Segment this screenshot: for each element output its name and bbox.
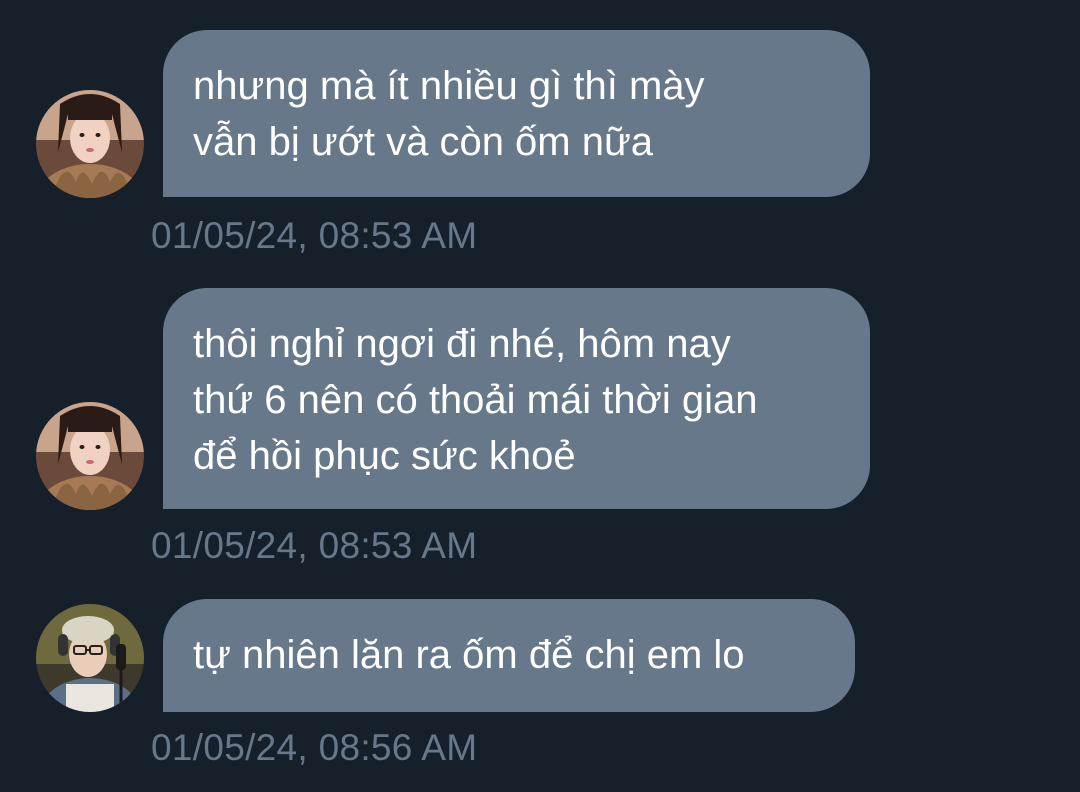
message-bubble[interactable]: tự nhiên lăn ra ốm để chị em lo — [163, 599, 855, 712]
avatar-person-headphones-icon — [36, 604, 144, 712]
message-text-line: thứ 6 nên có thoải mái thời gian — [193, 378, 758, 422]
message-text-line: để hồi phục sức khoẻ — [193, 434, 576, 478]
message-text-line: nhưng mà ít nhiều gì thì mày — [193, 64, 705, 108]
message-timestamp: 01/05/24, 08:53 AM — [151, 525, 478, 566]
message-text-line: tự nhiên lăn ra ốm để chị em lo — [193, 633, 745, 677]
message-text-line: thôi nghỉ ngơi đi nhé, hôm nay — [193, 322, 731, 366]
avatar-girl-icon — [36, 402, 144, 510]
avatar[interactable] — [36, 604, 144, 712]
avatar-girl-icon — [36, 90, 144, 198]
avatar[interactable] — [36, 402, 144, 510]
message-text-line: vẫn bị ướt và còn ốm nữa — [193, 120, 653, 164]
message-timestamp: 01/05/24, 08:53 AM — [151, 215, 478, 256]
message-timestamp: 01/05/24, 08:56 AM — [151, 727, 478, 768]
message-bubble[interactable]: nhưng mà ít nhiều gì thì mày vẫn bị ướt … — [163, 30, 870, 197]
avatar[interactable] — [36, 90, 144, 198]
message-bubble[interactable]: thôi nghỉ ngơi đi nhé, hôm nay thứ 6 nên… — [163, 288, 870, 509]
